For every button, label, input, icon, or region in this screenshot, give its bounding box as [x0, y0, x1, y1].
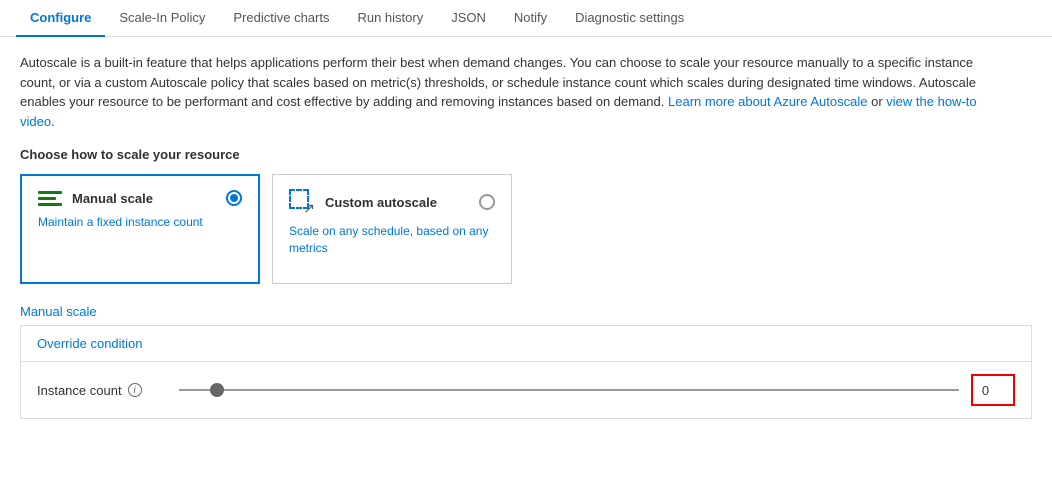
- manual-title-group: Manual scale: [38, 191, 153, 206]
- instance-count-slider-container: [179, 389, 959, 391]
- instance-count-label: Instance count i: [37, 383, 167, 398]
- override-condition-label: Override condition: [21, 326, 1031, 362]
- instance-count-row: Instance count i: [21, 362, 1031, 418]
- instance-count-slider-track[interactable]: [179, 389, 959, 391]
- manual-scale-title: Manual scale: [72, 191, 153, 206]
- custom-title-group: ↗ Custom autoscale: [289, 189, 437, 215]
- choose-heading: Choose how to scale your resource: [20, 147, 1032, 162]
- scale-options: Manual scale Maintain a fixed instance c…: [20, 174, 1032, 284]
- custom-autoscale-radio[interactable]: [479, 194, 495, 210]
- custom-card-header: ↗ Custom autoscale: [289, 189, 495, 215]
- description-text: Autoscale is a built-in feature that hel…: [20, 53, 980, 131]
- instance-count-info-icon[interactable]: i: [128, 383, 142, 397]
- learn-more-link[interactable]: Learn more about Azure Autoscale: [668, 94, 867, 109]
- tabs-bar: Configure Scale-In Policy Predictive cha…: [0, 0, 1052, 37]
- manual-scale-desc: Maintain a fixed instance count: [38, 214, 242, 231]
- custom-autoscale-title: Custom autoscale: [325, 195, 437, 210]
- custom-autoscale-icon: ↗: [289, 189, 315, 215]
- main-content: Autoscale is a built-in feature that hel…: [0, 37, 1052, 435]
- custom-autoscale-desc: Scale on any schedule, based on any metr…: [289, 223, 495, 257]
- manual-scale-section-label: Manual scale: [20, 304, 1032, 319]
- manual-card-header: Manual scale: [38, 190, 242, 206]
- custom-autoscale-card[interactable]: ↗ Custom autoscale Scale on any schedule…: [272, 174, 512, 284]
- tab-run-history[interactable]: Run history: [343, 0, 437, 37]
- instance-count-slider-thumb[interactable]: [210, 383, 224, 397]
- instance-count-input[interactable]: [971, 374, 1015, 406]
- tab-configure[interactable]: Configure: [16, 0, 105, 37]
- override-condition-box: Override condition Instance count i: [20, 325, 1032, 419]
- tab-notify[interactable]: Notify: [500, 0, 561, 37]
- tab-predictive-charts[interactable]: Predictive charts: [219, 0, 343, 37]
- manual-scale-icon: [38, 191, 62, 206]
- tab-diagnostic-settings[interactable]: Diagnostic settings: [561, 0, 698, 37]
- manual-scale-radio[interactable]: [226, 190, 242, 206]
- tab-json[interactable]: JSON: [437, 0, 500, 37]
- manual-scale-card[interactable]: Manual scale Maintain a fixed instance c…: [20, 174, 260, 284]
- tab-scale-in-policy[interactable]: Scale-In Policy: [105, 0, 219, 37]
